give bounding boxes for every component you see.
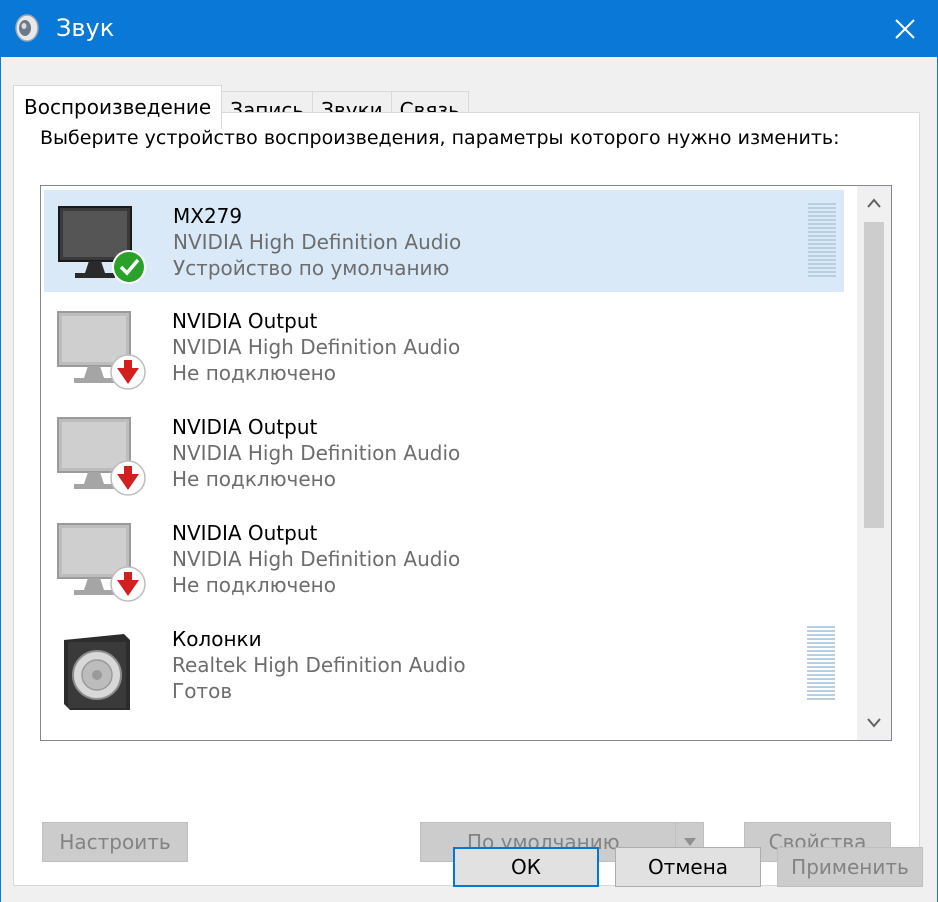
device-driver: Realtek High Definition Audio xyxy=(172,653,466,677)
volume-level-meter xyxy=(808,203,836,279)
device-list[interactable]: MX279 NVIDIA High Definition Audio Устро… xyxy=(40,185,892,741)
device-status: Не подключено xyxy=(172,467,336,491)
device-status: Не подключено xyxy=(172,573,336,597)
chevron-down-icon xyxy=(867,718,881,728)
volume-level-meter xyxy=(807,626,835,702)
monitor-disconnected-icon xyxy=(54,520,154,608)
device-item-nvidia-output-3[interactable]: NVIDIA Output NVIDIA High Definition Aud… xyxy=(44,508,844,610)
device-item-nvidia-output-2[interactable]: NVIDIA Output NVIDIA High Definition Aud… xyxy=(44,402,844,504)
chevron-up-icon xyxy=(867,198,881,208)
device-name: Колонки xyxy=(172,627,262,651)
window-title: Звук xyxy=(56,14,115,42)
device-item-speakers[interactable]: Колонки Realtek High Definition Audio Го… xyxy=(44,614,844,716)
device-name: MX279 xyxy=(173,204,243,228)
ok-button[interactable]: ОК xyxy=(453,847,599,887)
device-status: Готов xyxy=(172,679,233,703)
device-item-mx279[interactable]: MX279 NVIDIA High Definition Audio Устро… xyxy=(44,190,844,292)
playback-panel: Выберите устройство воспроизведения, пар… xyxy=(13,112,920,886)
vertical-scrollbar[interactable] xyxy=(857,186,891,740)
scroll-up-button[interactable] xyxy=(857,186,891,220)
monitor-default-icon xyxy=(55,203,155,291)
device-driver: NVIDIA High Definition Audio xyxy=(172,335,461,359)
scroll-thumb[interactable] xyxy=(864,222,884,528)
instruction-text: Выберите устройство воспроизведения, пар… xyxy=(40,127,840,149)
chevron-down-icon xyxy=(683,838,696,846)
device-item-nvidia-output-1[interactable]: NVIDIA Output NVIDIA High Definition Aud… xyxy=(44,296,844,398)
device-driver: NVIDIA High Definition Audio xyxy=(172,547,461,571)
apply-button[interactable]: Применить xyxy=(777,847,923,887)
device-driver: NVIDIA High Definition Audio xyxy=(173,230,462,254)
configure-button[interactable]: Настроить xyxy=(42,822,188,862)
speaker-icon xyxy=(54,626,154,714)
device-name: NVIDIA Output xyxy=(172,309,318,333)
device-name: NVIDIA Output xyxy=(172,415,318,439)
scroll-down-button[interactable] xyxy=(857,706,891,740)
title-bar: Звук xyxy=(0,0,938,57)
device-status: Устройство по умолчанию xyxy=(173,256,450,280)
tab-playback[interactable]: Воспроизведение xyxy=(13,85,223,129)
close-icon xyxy=(895,18,915,39)
cancel-button[interactable]: Отмена xyxy=(615,847,761,887)
monitor-disconnected-icon xyxy=(54,308,154,396)
device-name: NVIDIA Output xyxy=(172,521,318,545)
close-button[interactable] xyxy=(872,0,938,57)
window-body: Воспроизведение Запись Звуки Связь Выбер… xyxy=(0,57,938,902)
monitor-disconnected-icon xyxy=(54,414,154,502)
device-driver: NVIDIA High Definition Audio xyxy=(172,441,461,465)
device-status: Не подключено xyxy=(172,361,336,385)
speaker-app-icon xyxy=(14,13,40,43)
